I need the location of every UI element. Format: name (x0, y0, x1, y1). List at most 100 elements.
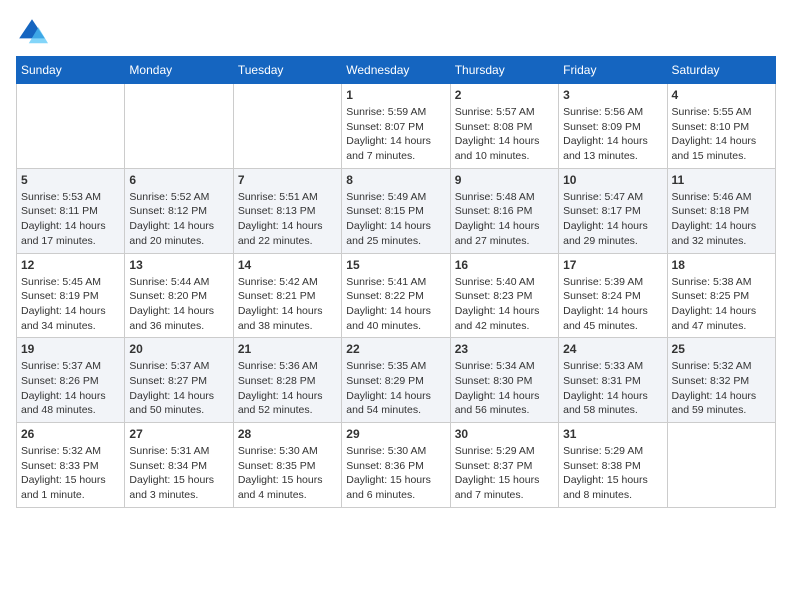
day-info: Sunrise: 5:53 AM Sunset: 8:11 PM Dayligh… (21, 190, 120, 249)
day-info: Sunrise: 5:56 AM Sunset: 8:09 PM Dayligh… (563, 105, 662, 164)
day-info: Sunrise: 5:34 AM Sunset: 8:30 PM Dayligh… (455, 359, 554, 418)
calendar-day-cell: 20Sunrise: 5:37 AM Sunset: 8:27 PM Dayli… (125, 338, 233, 423)
calendar-day-header: Monday (125, 57, 233, 84)
calendar-day-cell: 14 Sunrise: 5:42 AM Sunset: 8:21 PM Dayli… (233, 253, 341, 338)
calendar-day-cell (667, 423, 775, 508)
day-info: Sunrise: 5:33 AM Sunset: 8:31 PM Dayligh… (563, 359, 662, 418)
day-info: Sunrise: 5:40 AM Sunset: 8:23 PM Dayligh… (455, 275, 554, 334)
calendar-day-cell: 5 Sunrise: 5:53 AM Sunset: 8:11 PM Daylig… (17, 168, 125, 253)
day-info: Sunrise: 5:52 AM Sunset: 8:12 PM Dayligh… (129, 190, 228, 249)
calendar-day-header: Tuesday (233, 57, 341, 84)
calendar-day-cell: 19Sunrise: 5:37 AM Sunset: 8:26 PM Dayli… (17, 338, 125, 423)
calendar-day-cell: 6 Sunrise: 5:52 AM Sunset: 8:12 PM Daylig… (125, 168, 233, 253)
day-info: Sunrise: 5:59 AM Sunset: 8:07 PM Dayligh… (346, 105, 445, 164)
day-number: 2 (455, 88, 554, 102)
day-info: Sunrise: 5:38 AM Sunset: 8:25 PM Dayligh… (672, 275, 771, 334)
day-info: Sunrise: 5:30 AM Sunset: 8:36 PM Dayligh… (346, 444, 445, 503)
calendar-week-row: 1Sunrise: 5:59 AM Sunset: 8:07 PM Daylig… (17, 84, 776, 169)
day-info: Sunrise: 5:37 AM Sunset: 8:27 PM Dayligh… (129, 359, 228, 418)
logo (16, 16, 52, 48)
day-info: Sunrise: 5:44 AM Sunset: 8:20 PM Dayligh… (129, 275, 228, 334)
page-header (16, 16, 776, 48)
calendar-day-cell: 2 Sunrise: 5:57 AM Sunset: 8:08 PM Daylig… (450, 84, 558, 169)
calendar-day-cell: 3 Sunrise: 5:56 AM Sunset: 8:09 PM Daylig… (559, 84, 667, 169)
day-number: 3 (563, 88, 662, 102)
calendar-day-cell: 12 Sunrise: 5:45 AM Sunset: 8:19 PM Dayli… (17, 253, 125, 338)
day-number: 31 (563, 427, 662, 441)
calendar-day-cell: 26Sunrise: 5:32 AM Sunset: 8:33 PM Dayli… (17, 423, 125, 508)
calendar-day-cell (17, 84, 125, 169)
day-info: Sunrise: 5:29 AM Sunset: 8:37 PM Dayligh… (455, 444, 554, 503)
day-number: 14 (238, 258, 337, 272)
day-info: Sunrise: 5:49 AM Sunset: 8:15 PM Dayligh… (346, 190, 445, 249)
day-info: Sunrise: 5:35 AM Sunset: 8:29 PM Dayligh… (346, 359, 445, 418)
calendar-day-cell (125, 84, 233, 169)
calendar-week-row: 19Sunrise: 5:37 AM Sunset: 8:26 PM Dayli… (17, 338, 776, 423)
calendar-day-cell: 21Sunrise: 5:36 AM Sunset: 8:28 PM Dayli… (233, 338, 341, 423)
day-number: 23 (455, 342, 554, 356)
day-number: 8 (346, 173, 445, 187)
calendar-day-cell: 31 Sunrise: 5:29 AM Sunset: 8:38 PM Dayli… (559, 423, 667, 508)
calendar-day-cell: 15Sunrise: 5:41 AM Sunset: 8:22 PM Dayli… (342, 253, 450, 338)
day-number: 4 (672, 88, 771, 102)
calendar-day-cell: 28 Sunrise: 5:30 AM Sunset: 8:35 PM Dayli… (233, 423, 341, 508)
day-number: 21 (238, 342, 337, 356)
day-info: Sunrise: 5:37 AM Sunset: 8:26 PM Dayligh… (21, 359, 120, 418)
calendar-day-cell: 27 Sunrise: 5:31 AM Sunset: 8:34 PM Dayli… (125, 423, 233, 508)
day-info: Sunrise: 5:32 AM Sunset: 8:33 PM Dayligh… (21, 444, 120, 503)
day-info: Sunrise: 5:45 AM Sunset: 8:19 PM Dayligh… (21, 275, 120, 334)
day-number: 6 (129, 173, 228, 187)
day-info: Sunrise: 5:47 AM Sunset: 8:17 PM Dayligh… (563, 190, 662, 249)
day-number: 16 (455, 258, 554, 272)
day-number: 17 (563, 258, 662, 272)
day-info: Sunrise: 5:48 AM Sunset: 8:16 PM Dayligh… (455, 190, 554, 249)
day-number: 22 (346, 342, 445, 356)
calendar-day-header: Thursday (450, 57, 558, 84)
calendar-day-cell: 29Sunrise: 5:30 AM Sunset: 8:36 PM Dayli… (342, 423, 450, 508)
calendar-day-header: Friday (559, 57, 667, 84)
calendar-day-cell: 23 Sunrise: 5:34 AM Sunset: 8:30 PM Dayli… (450, 338, 558, 423)
day-number: 13 (129, 258, 228, 272)
day-number: 12 (21, 258, 120, 272)
calendar-week-row: 5 Sunrise: 5:53 AM Sunset: 8:11 PM Daylig… (17, 168, 776, 253)
calendar-header-row: SundayMondayTuesdayWednesdayThursdayFrid… (17, 57, 776, 84)
day-info: Sunrise: 5:42 AM Sunset: 8:21 PM Dayligh… (238, 275, 337, 334)
day-number: 27 (129, 427, 228, 441)
calendar-day-cell: 24 Sunrise: 5:33 AM Sunset: 8:31 PM Dayli… (559, 338, 667, 423)
day-info: Sunrise: 5:31 AM Sunset: 8:34 PM Dayligh… (129, 444, 228, 503)
calendar-day-cell: 7 Sunrise: 5:51 AM Sunset: 8:13 PM Daylig… (233, 168, 341, 253)
calendar-day-cell: 16 Sunrise: 5:40 AM Sunset: 8:23 PM Dayli… (450, 253, 558, 338)
day-info: Sunrise: 5:29 AM Sunset: 8:38 PM Dayligh… (563, 444, 662, 503)
day-info: Sunrise: 5:51 AM Sunset: 8:13 PM Dayligh… (238, 190, 337, 249)
day-number: 11 (672, 173, 771, 187)
calendar-table: SundayMondayTuesdayWednesdayThursdayFrid… (16, 56, 776, 508)
day-number: 28 (238, 427, 337, 441)
day-number: 24 (563, 342, 662, 356)
day-info: Sunrise: 5:55 AM Sunset: 8:10 PM Dayligh… (672, 105, 771, 164)
logo-icon (16, 16, 48, 48)
day-number: 30 (455, 427, 554, 441)
day-number: 18 (672, 258, 771, 272)
day-number: 7 (238, 173, 337, 187)
day-number: 5 (21, 173, 120, 187)
calendar-day-cell: 22 Sunrise: 5:35 AM Sunset: 8:29 PM Dayli… (342, 338, 450, 423)
day-number: 9 (455, 173, 554, 187)
calendar-day-cell: 13 Sunrise: 5:44 AM Sunset: 8:20 PM Dayli… (125, 253, 233, 338)
calendar-day-cell: 17Sunrise: 5:39 AM Sunset: 8:24 PM Dayli… (559, 253, 667, 338)
calendar-day-cell: 1Sunrise: 5:59 AM Sunset: 8:07 PM Daylig… (342, 84, 450, 169)
calendar-week-row: 26Sunrise: 5:32 AM Sunset: 8:33 PM Dayli… (17, 423, 776, 508)
day-info: Sunrise: 5:57 AM Sunset: 8:08 PM Dayligh… (455, 105, 554, 164)
day-info: Sunrise: 5:30 AM Sunset: 8:35 PM Dayligh… (238, 444, 337, 503)
day-info: Sunrise: 5:46 AM Sunset: 8:18 PM Dayligh… (672, 190, 771, 249)
day-info: Sunrise: 5:41 AM Sunset: 8:22 PM Dayligh… (346, 275, 445, 334)
calendar-day-cell: 11 Sunrise: 5:46 AM Sunset: 8:18 PM Dayli… (667, 168, 775, 253)
calendar-week-row: 12 Sunrise: 5:45 AM Sunset: 8:19 PM Dayli… (17, 253, 776, 338)
calendar-day-cell: 30 Sunrise: 5:29 AM Sunset: 8:37 PM Dayli… (450, 423, 558, 508)
calendar-day-header: Saturday (667, 57, 775, 84)
calendar-day-cell: 25Sunrise: 5:32 AM Sunset: 8:32 PM Dayli… (667, 338, 775, 423)
calendar-body: 1Sunrise: 5:59 AM Sunset: 8:07 PM Daylig… (17, 84, 776, 508)
calendar-day-header: Wednesday (342, 57, 450, 84)
day-number: 10 (563, 173, 662, 187)
calendar-day-cell: 9 Sunrise: 5:48 AM Sunset: 8:16 PM Daylig… (450, 168, 558, 253)
calendar-day-header: Sunday (17, 57, 125, 84)
